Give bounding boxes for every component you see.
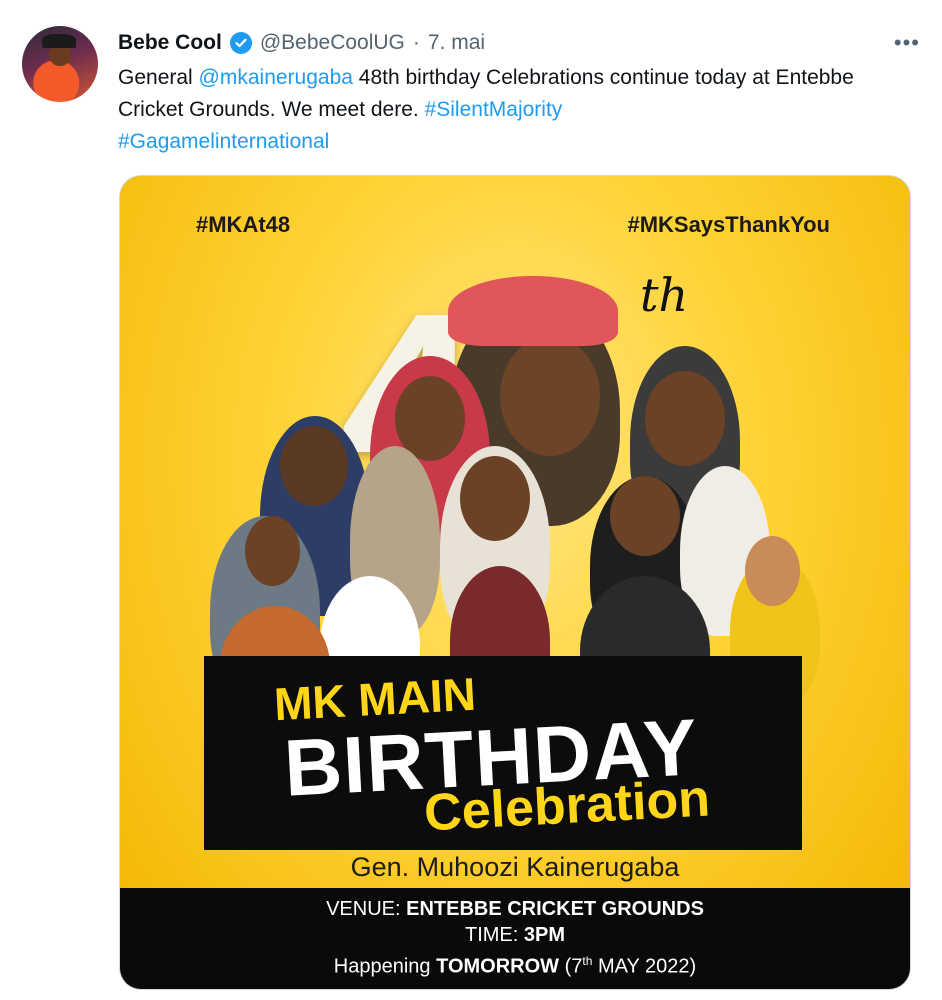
separator-dot: · <box>412 31 420 54</box>
hashtag-link-gagamelinternational[interactable]: #Gagamelinternational <box>118 130 329 153</box>
tweet-text: General @mkainerugaba 48th birthday Cele… <box>118 62 908 158</box>
poster-people-collage <box>200 276 820 726</box>
tweet-media-image[interactable]: #MKAt48 #MKSaysThankYou 48 th <box>119 175 911 990</box>
poster-date-open: (7 <box>564 955 583 978</box>
poster-date-sup: th <box>582 954 593 968</box>
poster-happening-label: Happening <box>333 955 431 978</box>
poster-happening-when: TOMORROW <box>436 955 560 978</box>
hashtag-link-silentmajority[interactable]: #SilentMajority <box>425 98 563 121</box>
tweet: Bebe Cool @BebeCoolUG · 7. mai ••• Gener… <box>0 0 942 1000</box>
poster-hashtag-right: #MKSaysThankYou <box>627 212 830 237</box>
tweet-text-prefix: General <box>118 66 199 89</box>
poster-date-close: MAY 2022) <box>592 955 697 978</box>
poster-happening-line: Happening TOMORROW (7th MAY 2022) <box>120 948 910 980</box>
poster-time-line: TIME: 3PM <box>120 922 910 948</box>
avatar[interactable] <box>22 26 98 102</box>
poster-time-label: TIME: <box>464 924 519 946</box>
poster-hashtag-left: #MKAt48 <box>196 212 291 237</box>
poster-info-box: VENUE: ENTEBBE CRICKET GROUNDS TIME: 3PM… <box>120 888 910 989</box>
author-handle[interactable]: @BebeCoolUG <box>260 31 405 55</box>
tweet-date[interactable]: 7. mai <box>428 31 485 55</box>
poster-host-name: Gen. Muhoozi Kainerugaba <box>350 852 680 882</box>
poster-title-banner: MK MAIN BIRTHDAY Celebration <box>204 656 802 850</box>
more-options-icon[interactable]: ••• <box>894 30 920 56</box>
tweet-header: Bebe Cool @BebeCoolUG · 7. mai <box>118 28 485 58</box>
poster-time: 3PM <box>523 924 566 946</box>
poster-venue-line: VENUE: ENTEBBE CRICKET GROUNDS <box>120 896 910 922</box>
mention-link[interactable]: @mkainerugaba <box>199 66 353 89</box>
poster-venue-label: VENUE: <box>326 898 401 920</box>
author-name[interactable]: Bebe Cool <box>118 31 222 55</box>
verified-badge-icon <box>229 32 252 54</box>
poster-venue: ENTEBBE CRICKET GROUNDS <box>406 898 704 920</box>
